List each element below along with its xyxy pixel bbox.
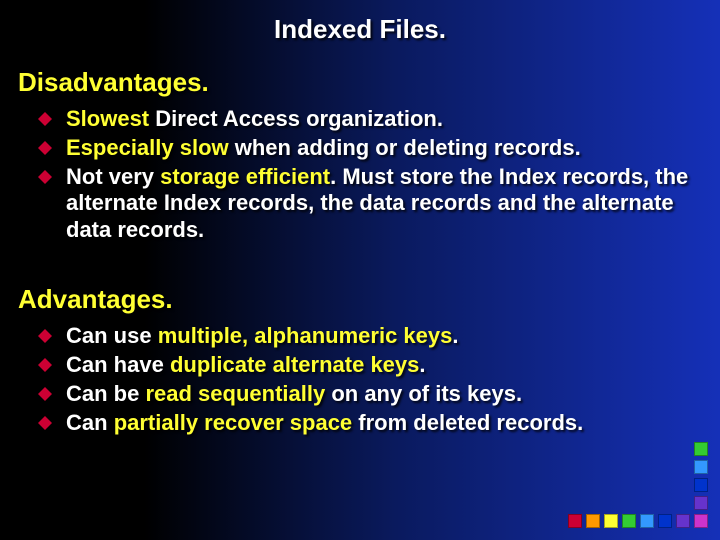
slide-title: Indexed Files.	[0, 0, 720, 45]
diamond-bullet-icon	[38, 381, 66, 401]
highlighted-text: multiple, alphanumeric keys	[158, 323, 453, 348]
plain-text: Can have	[66, 352, 170, 377]
highlighted-text: read sequentially	[145, 381, 325, 406]
plain-text: Not	[66, 164, 103, 189]
highlighted-text: duplicate alternate keys	[170, 352, 419, 377]
diamond-bullet-icon	[38, 164, 66, 184]
disadvantages-list: Slowest Direct Access organization.Espec…	[0, 106, 720, 244]
list-item: Can be read sequentially on any of its k…	[38, 381, 696, 408]
deco-square	[694, 460, 708, 474]
deco-square	[586, 514, 600, 528]
diamond-bullet-icon	[38, 106, 66, 126]
diamond-bullet-icon	[38, 323, 66, 343]
highlighted-text: Especially slow	[66, 135, 229, 160]
section-heading-advantages: Advantages.	[18, 284, 720, 315]
highlighted-text: storage efficient	[160, 164, 330, 189]
plain-text: when adding or deleting records.	[229, 135, 581, 160]
plain-text: Can use	[66, 323, 158, 348]
deco-square	[694, 478, 708, 492]
section-heading-disadvantages: Disadvantages.	[18, 67, 720, 98]
deco-square	[694, 442, 708, 456]
deco-square	[622, 514, 636, 528]
plain-text: Can	[66, 410, 114, 435]
list-item-text: Not very storage efficient. Must store t…	[66, 164, 696, 244]
list-item: Especially slow when adding or deleting …	[38, 135, 696, 162]
deco-square	[694, 514, 708, 528]
diamond-bullet-icon	[38, 135, 66, 155]
highlighted-text: Slowest	[66, 106, 149, 131]
list-item-text: Can use multiple, alphanumeric keys.	[66, 323, 696, 350]
plain-text: Direct Access organization.	[149, 106, 443, 131]
advantages-list: Can use multiple, alphanumeric keys.Can …	[0, 323, 720, 436]
list-item: Can have duplicate alternate keys.	[38, 352, 696, 379]
list-item-text: Can be read sequentially on any of its k…	[66, 381, 696, 408]
list-item: Can use multiple, alphanumeric keys.	[38, 323, 696, 350]
plain-text: .	[419, 352, 425, 377]
list-item-text: Slowest Direct Access organization.	[66, 106, 696, 133]
plain-text: very	[103, 164, 161, 189]
plain-text: from deleted records.	[352, 410, 583, 435]
list-item: Can partially recover space from deleted…	[38, 410, 696, 437]
highlighted-text: partially recover space	[114, 410, 352, 435]
deco-square	[694, 496, 708, 510]
plain-text: .	[452, 323, 458, 348]
list-item-text: Can partially recover space from deleted…	[66, 410, 696, 437]
deco-square	[676, 514, 690, 528]
deco-square	[640, 514, 654, 528]
list-item-text: Especially slow when adding or deleting …	[66, 135, 696, 162]
decorative-squares	[566, 440, 710, 530]
list-item: Slowest Direct Access organization.	[38, 106, 696, 133]
diamond-bullet-icon	[38, 410, 66, 430]
deco-square	[604, 514, 618, 528]
list-item: Not very storage efficient. Must store t…	[38, 164, 696, 244]
diamond-bullet-icon	[38, 352, 66, 372]
deco-square	[658, 514, 672, 528]
plain-text: on any of its keys.	[325, 381, 522, 406]
list-item-text: Can have duplicate alternate keys.	[66, 352, 696, 379]
plain-text: Can be	[66, 381, 145, 406]
deco-square	[568, 514, 582, 528]
